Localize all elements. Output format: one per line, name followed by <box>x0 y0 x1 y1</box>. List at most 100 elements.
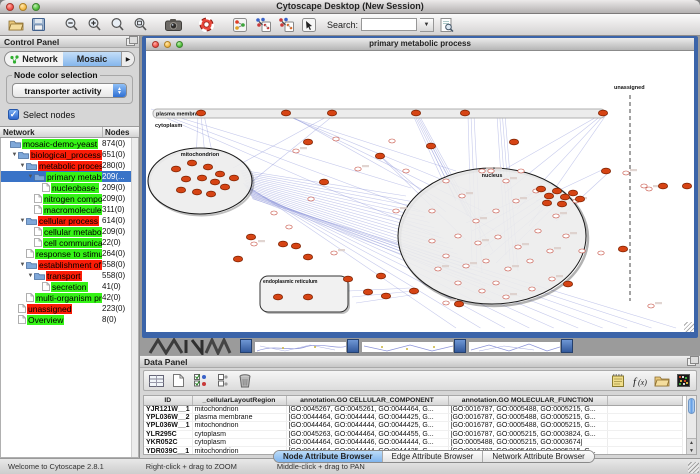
gene-node[interactable] <box>549 277 555 281</box>
gene-node[interactable] <box>355 167 361 171</box>
table-cell[interactable]: cytoplasm <box>192 439 286 447</box>
zoom-in-button[interactable] <box>84 15 105 34</box>
selected-gene-node[interactable] <box>460 110 469 116</box>
selected-gene-node[interactable] <box>601 168 610 174</box>
table-cell[interactable]: YJR121W__1 <box>144 405 192 413</box>
gene-node[interactable] <box>435 267 441 271</box>
background-window-edge[interactable] <box>347 339 359 353</box>
scrollbar-thumb[interactable] <box>688 398 695 414</box>
gene-node[interactable] <box>547 249 553 253</box>
matrix-view-button[interactable] <box>674 372 693 389</box>
selected-gene-node[interactable] <box>278 241 287 247</box>
selected-gene-node[interactable] <box>542 200 551 206</box>
gene-node[interactable] <box>389 139 395 143</box>
selected-gene-node[interactable] <box>376 273 385 279</box>
window-resize-grip[interactable] <box>684 322 694 332</box>
zoom-selected-button[interactable] <box>130 15 151 34</box>
gene-node[interactable] <box>623 171 629 175</box>
background-window-edge[interactable] <box>240 339 252 353</box>
gene-node-label[interactable] <box>450 299 457 301</box>
selected-gene-node[interactable] <box>509 139 518 145</box>
selected-gene-node[interactable] <box>618 246 627 252</box>
selected-gene-node[interactable] <box>363 289 372 295</box>
tree-row[interactable]: ▼establishment of lo558(0) <box>1 259 138 270</box>
selected-gene-node[interactable] <box>176 187 185 193</box>
gene-node[interactable] <box>535 229 541 233</box>
tab-mosaic[interactable]: Mosaic <box>63 52 121 66</box>
selected-gene-node[interactable] <box>291 243 300 249</box>
gene-node[interactable] <box>513 199 519 203</box>
gene-node[interactable] <box>527 259 533 263</box>
gene-node[interactable] <box>308 197 314 201</box>
selected-gene-node[interactable] <box>273 294 282 300</box>
table-cell[interactable]: mitochondrion <box>192 405 286 413</box>
tree-row[interactable]: cellular metabo209(0) <box>1 226 138 237</box>
selected-gene-node[interactable] <box>343 276 352 282</box>
gene-node[interactable] <box>493 281 499 285</box>
selected-gene-node[interactable] <box>375 153 384 159</box>
table-cell[interactable]: [GO:0016787, GO:0005488, GO:0005215, G..… <box>448 413 607 421</box>
gene-node-label[interactable] <box>495 167 502 169</box>
network-canvas[interactable]: plasma membranecytoplasmmitochondrionnuc… <box>146 51 694 332</box>
table-cell[interactable]: [GO:0045267, GO:0045261, GO:0044464, G..… <box>286 405 448 413</box>
network-window-title-bar[interactable]: primary metabolic process <box>146 38 694 51</box>
gene-node[interactable] <box>648 304 654 308</box>
gene-node[interactable] <box>293 149 299 153</box>
selected-gene-node[interactable] <box>197 175 206 181</box>
table-cell[interactable] <box>607 422 682 430</box>
selected-gene-node[interactable] <box>426 143 435 149</box>
selected-gene-node[interactable] <box>215 171 224 177</box>
selected-gene-node[interactable] <box>552 188 561 194</box>
attribute-table[interactable]: ID_cellularLayoutRegionannotation.GO CEL… <box>143 395 697 455</box>
gene-node-label[interactable] <box>258 240 265 242</box>
table-row[interactable]: YJR121W__1mitochondrion[GO:0045267, GO:0… <box>144 405 682 413</box>
selected-gene-node[interactable] <box>381 293 390 299</box>
gene-node-label[interactable] <box>630 169 637 171</box>
table-cell[interactable] <box>607 430 682 438</box>
browser-tab-network[interactable]: Network Attribute Browser <box>483 451 593 462</box>
gene-node[interactable] <box>553 214 559 218</box>
tree-row[interactable]: ▼metabolic process280(0) <box>1 160 138 171</box>
selected-gene-node[interactable] <box>229 175 238 181</box>
table-column-header[interactable]: annotation.GO CELLULAR_COMPONENT <box>286 396 448 405</box>
tree-row[interactable]: response to stimulu264(0) <box>1 248 138 259</box>
gene-node[interactable] <box>403 169 409 173</box>
gene-node-label[interactable] <box>520 197 527 199</box>
gene-node-label[interactable] <box>510 293 517 295</box>
table-column-header[interactable]: _cellularLayoutRegion <box>192 396 286 405</box>
gene-node[interactable] <box>503 179 509 183</box>
gene-node[interactable] <box>598 251 604 255</box>
gene-node-label[interactable] <box>522 243 529 245</box>
table-column-header[interactable] <box>607 396 682 405</box>
table-cell[interactable]: cytoplasm <box>192 430 286 438</box>
tree-row[interactable]: Overview8(0) <box>1 314 138 325</box>
gene-node[interactable] <box>271 211 277 215</box>
gene-node-label[interactable] <box>560 212 567 214</box>
gene-node-label[interactable] <box>556 275 563 277</box>
selected-gene-node[interactable] <box>171 166 180 172</box>
selected-gene-node[interactable] <box>281 110 290 116</box>
gene-node[interactable] <box>331 251 337 255</box>
tree-row[interactable]: ▼primary metabo209(... <box>1 171 138 182</box>
selected-gene-node[interactable] <box>210 179 219 185</box>
selected-gene-node[interactable] <box>327 110 336 116</box>
selected-gene-node[interactable] <box>557 201 566 207</box>
gene-node[interactable] <box>515 245 521 249</box>
gene-node[interactable] <box>529 287 535 291</box>
gene-node-label[interactable] <box>400 207 407 209</box>
gene-node-label[interactable] <box>300 147 307 149</box>
selected-gene-node[interactable] <box>411 110 420 116</box>
selected-gene-node[interactable] <box>454 301 463 307</box>
table-cell[interactable]: YLR295C <box>144 430 192 438</box>
gene-node[interactable] <box>493 209 499 213</box>
table-row[interactable]: YLR295Ccytoplasm[GO:0045263, GO:0044464,… <box>144 430 682 438</box>
browser-tab-edge[interactable]: Edge Attribute Browser <box>383 451 484 462</box>
gene-node[interactable] <box>473 219 479 223</box>
table-cell[interactable]: mitochondrion <box>192 447 286 455</box>
selected-gene-node[interactable] <box>203 164 212 170</box>
selected-gene-node[interactable] <box>303 139 312 145</box>
scrollbar-buttons[interactable]: ▲▼ <box>687 438 696 454</box>
gene-node[interactable] <box>333 137 339 141</box>
gene-node[interactable] <box>505 267 511 271</box>
disclosure-triangle-icon[interactable]: ▼ <box>27 273 34 279</box>
